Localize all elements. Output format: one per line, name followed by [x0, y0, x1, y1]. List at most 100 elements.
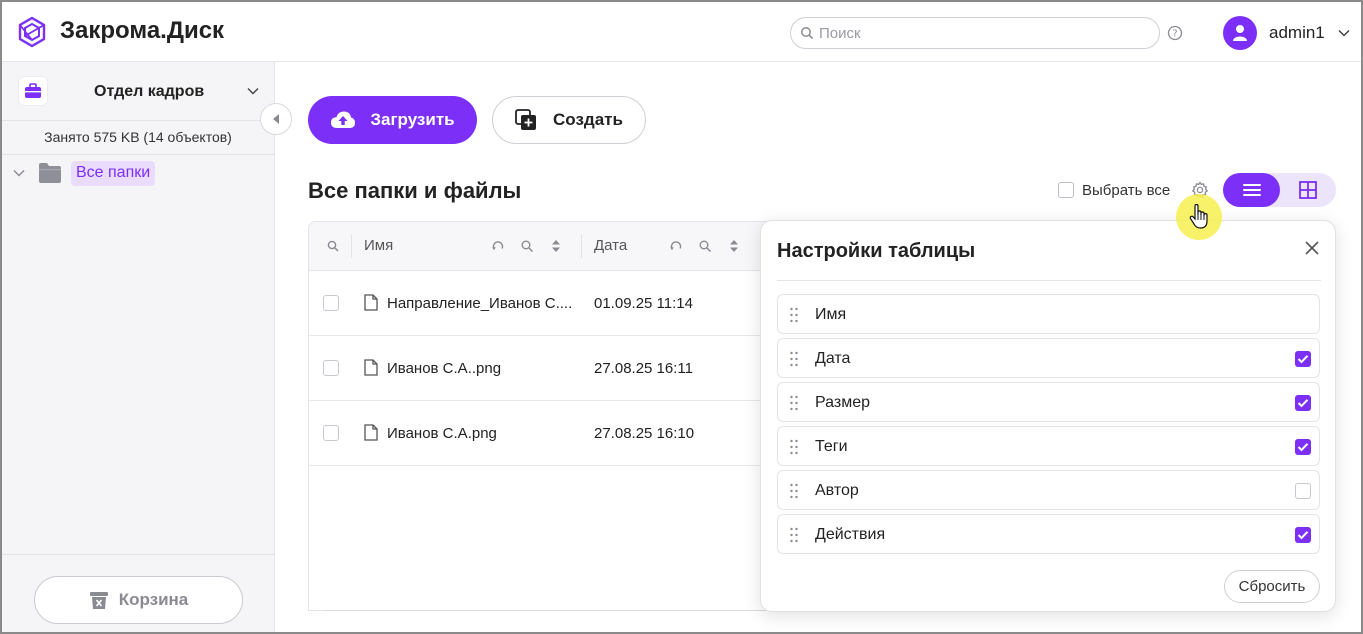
file-icon [364, 359, 378, 376]
column-option-date[interactable]: Дата [777, 338, 1320, 378]
sort-icon[interactable] [727, 239, 741, 253]
trash-label: Корзина [118, 590, 189, 609]
checkmark-icon [1297, 531, 1309, 540]
checkmark-icon [1297, 399, 1309, 408]
files-table: Имя Дата Направление_Иванов С.... 01.09.… [308, 221, 778, 611]
row-checkbox[interactable] [323, 295, 339, 311]
divider [324, 610, 764, 611]
divider [2, 120, 274, 121]
app-title[interactable]: Закрома.Диск [60, 17, 224, 45]
column-option-label: Имя [815, 306, 847, 323]
table-header: Имя Дата [309, 222, 777, 271]
checkmark-icon [1297, 355, 1309, 364]
upload-button[interactable]: Загрузить [308, 96, 477, 144]
help-icon[interactable]: ? [1167, 25, 1183, 41]
grid-icon [1299, 181, 1317, 199]
sort-icon[interactable] [549, 239, 563, 253]
column-visibility-checkbox[interactable] [1295, 483, 1311, 499]
drag-handle-icon[interactable] [789, 439, 799, 455]
chevron-down-icon[interactable] [12, 166, 26, 180]
search-input[interactable] [819, 22, 1149, 44]
search-icon[interactable] [520, 239, 534, 253]
cloud-upload-icon [331, 111, 356, 128]
column-option-name[interactable]: Имя [777, 294, 1320, 334]
column-option-author[interactable]: Автор [777, 470, 1320, 510]
page-title: Все папки и файлы [308, 178, 522, 203]
column-option-label: Автор [815, 482, 859, 499]
username[interactable]: admin1 [1269, 23, 1325, 43]
create-button[interactable]: Создать [492, 96, 646, 144]
app-window: Закрома.Диск ? admin1 [0, 0, 1363, 634]
column-option-label: Теги [815, 438, 848, 455]
top-bar: Закрома.Диск ? admin1 [2, 2, 1361, 62]
chevron-down-icon[interactable] [1337, 26, 1351, 40]
upload-label: Загрузить [370, 110, 455, 129]
column-option-label: Размер [815, 394, 870, 411]
file-name[interactable]: Направление_Иванов С.... [387, 295, 572, 312]
reset-button[interactable]: Сбросить [1224, 570, 1320, 603]
row-checkbox[interactable] [323, 425, 339, 441]
table-row[interactable]: Иванов С.А.png 27.08.25 16:10 [309, 401, 777, 466]
department-selector[interactable]: Отдел кадров [94, 83, 204, 101]
file-icon [364, 294, 378, 311]
svg-text:?: ? [1172, 29, 1177, 40]
storage-usage: Занято 575 KB (14 объектов) [44, 129, 232, 145]
add-file-icon [515, 109, 537, 130]
close-icon[interactable] [1304, 240, 1320, 256]
select-all-label[interactable]: Выбрать все [1082, 182, 1170, 199]
column-visibility-checkbox[interactable] [1295, 439, 1311, 455]
column-header-date[interactable]: Дата [594, 237, 627, 254]
divider [2, 554, 274, 555]
file-date: 27.08.25 16:10 [594, 425, 695, 442]
file-name[interactable]: Иванов С.А.png [387, 425, 572, 442]
search-icon[interactable] [327, 240, 339, 252]
column-option-tags[interactable]: Теги [777, 426, 1320, 466]
divider [2, 154, 274, 155]
select-all-checkbox[interactable] [1058, 182, 1074, 198]
grid-view-button[interactable] [1280, 173, 1336, 207]
column-visibility-checkbox[interactable] [1295, 351, 1311, 367]
reset-icon[interactable] [491, 239, 505, 253]
panel-title: Настройки таблицы [777, 240, 976, 262]
create-label: Создать [553, 110, 623, 129]
trash-button[interactable]: Корзина [34, 576, 243, 624]
column-visibility-checkbox[interactable] [1295, 395, 1311, 411]
drag-handle-icon[interactable] [789, 307, 799, 323]
briefcase-icon [18, 76, 48, 106]
chevron-down-icon[interactable] [246, 84, 260, 98]
file-icon [364, 424, 378, 441]
sidebar: Отдел кадров Занято 575 KB (14 объектов)… [2, 62, 275, 632]
column-option-actions[interactable]: Действия [777, 514, 1320, 554]
search-box[interactable] [790, 17, 1160, 49]
row-checkbox[interactable] [323, 360, 339, 376]
collapse-sidebar-button[interactable] [260, 103, 292, 135]
search-icon[interactable] [698, 239, 712, 253]
search-icon [801, 27, 814, 40]
logo-icon[interactable] [16, 16, 48, 48]
column-visibility-checkbox[interactable] [1295, 527, 1311, 543]
tree-item-all-folders[interactable]: Все папки [71, 161, 156, 186]
column-option-size[interactable]: Размер [777, 382, 1320, 422]
divider [777, 280, 1321, 281]
drag-handle-icon[interactable] [789, 527, 799, 543]
checkmark-icon [1297, 443, 1309, 452]
drag-handle-icon[interactable] [789, 351, 799, 367]
drag-handle-icon[interactable] [789, 483, 799, 499]
column-option-label: Дата [815, 350, 851, 367]
folder-icon [39, 163, 61, 183]
column-header-name[interactable]: Имя [364, 237, 393, 254]
avatar[interactable] [1223, 16, 1257, 50]
reset-icon[interactable] [669, 239, 683, 253]
table-row[interactable]: Иванов С.А..png 27.08.25 16:11 [309, 336, 777, 401]
file-name[interactable]: Иванов С.А..png [387, 360, 572, 377]
file-date: 01.09.25 11:14 [594, 295, 693, 312]
list-view-button[interactable] [1223, 173, 1280, 207]
column-divider [581, 234, 582, 258]
view-mode-toggle [1223, 173, 1336, 207]
column-option-label: Действия [815, 526, 886, 543]
table-settings-panel: Настройки таблицы Имя Дата Размер Теги А… [760, 220, 1336, 612]
drag-handle-icon[interactable] [789, 395, 799, 411]
trash-icon [89, 592, 108, 609]
table-row[interactable]: Направление_Иванов С.... 01.09.25 11:14 [309, 271, 777, 336]
hand-cursor-icon [1189, 204, 1208, 229]
